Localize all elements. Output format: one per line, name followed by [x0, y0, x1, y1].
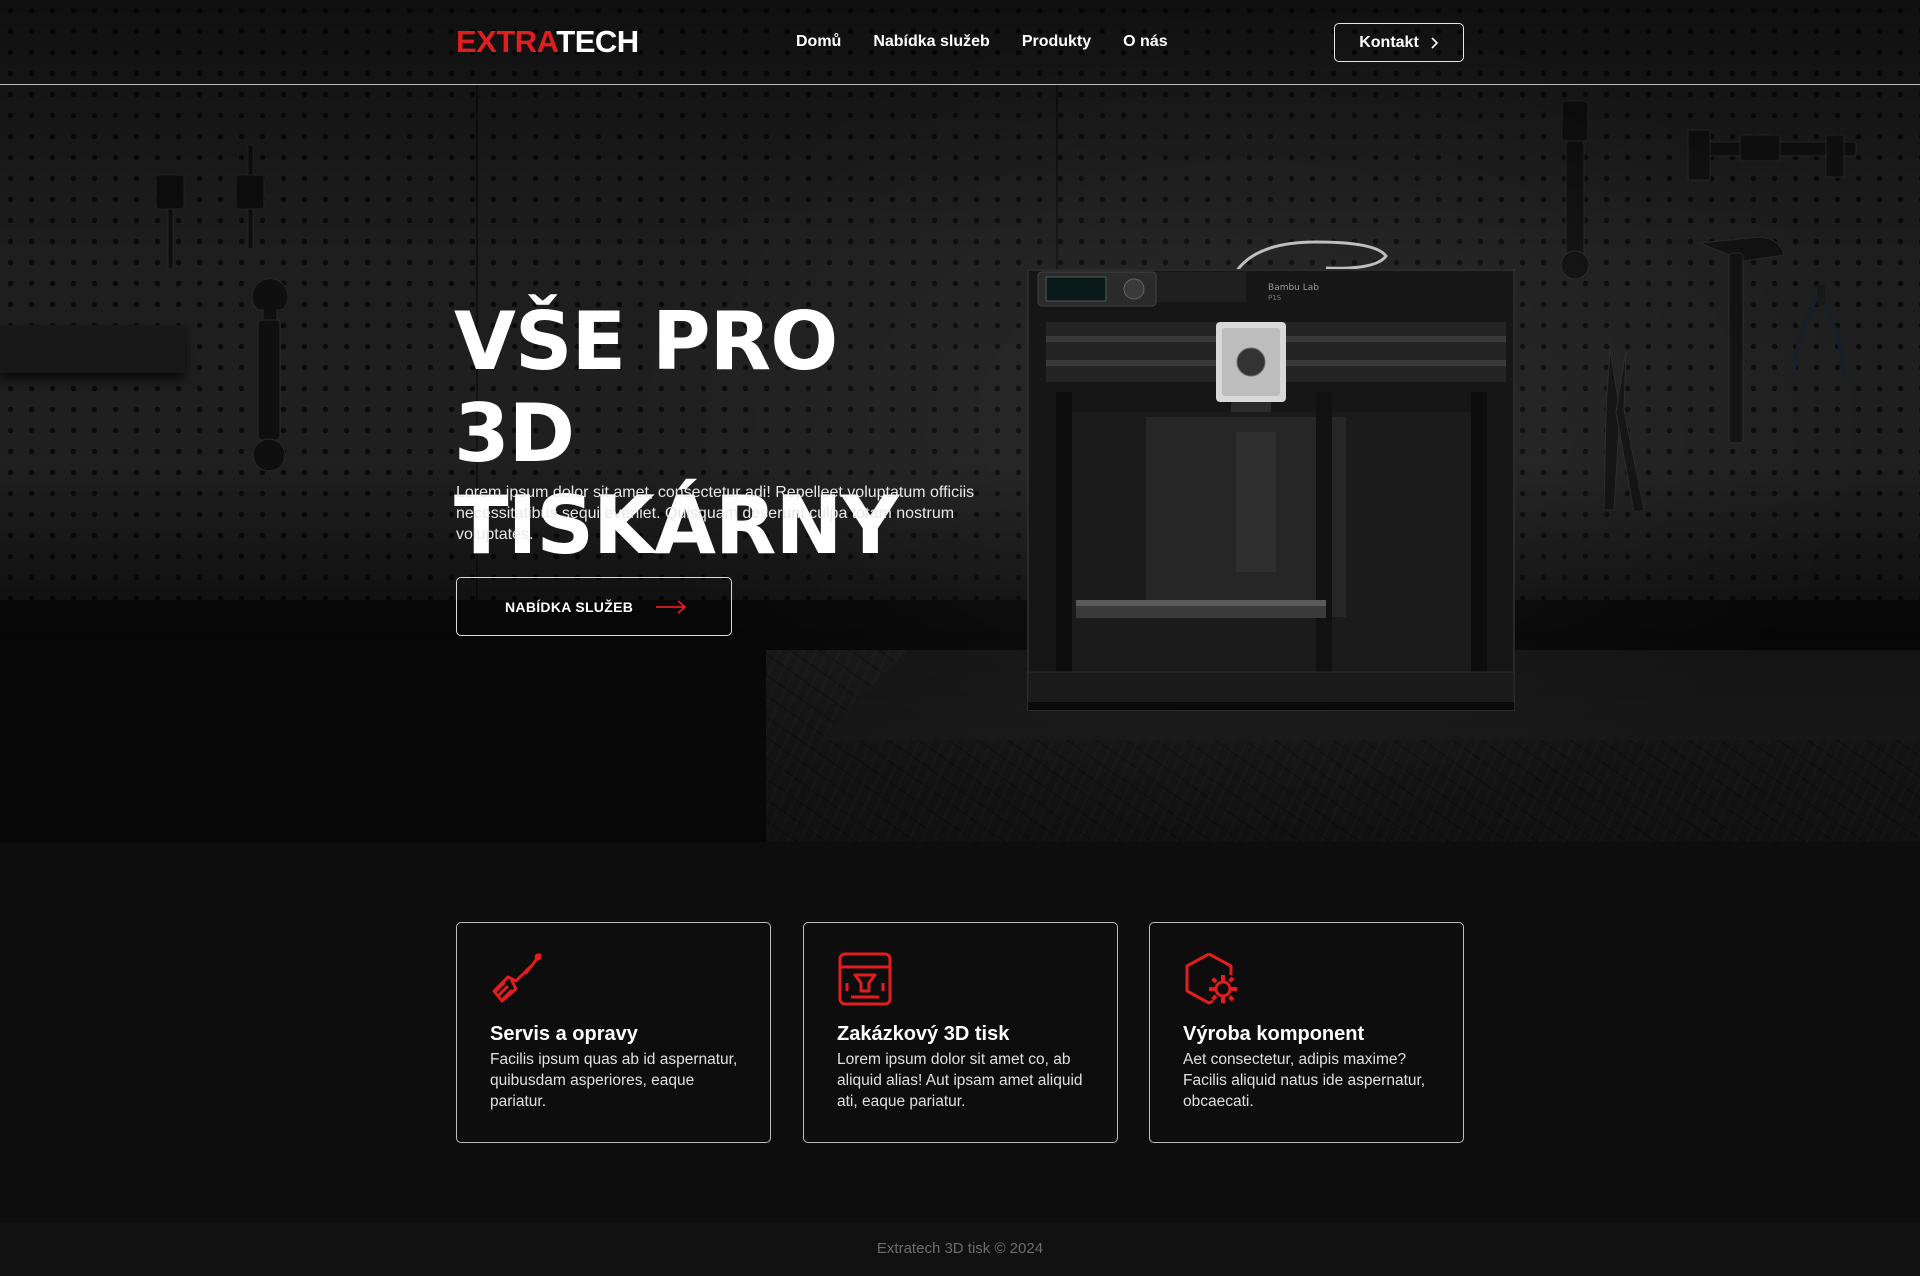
contact-button-label: Kontakt — [1359, 33, 1419, 51]
features-section: Servis a opravy Facilis ipsum quas ab id… — [0, 842, 1920, 1222]
nav-item-about[interactable]: O nás — [1123, 32, 1167, 52]
hexagon-gear-icon — [1185, 952, 1237, 1005]
site-header: EXTRATECH Domů Nabídka služeb Produkty O… — [0, 0, 1920, 85]
chevron-right-icon — [1431, 36, 1438, 49]
feature-title: Servis a opravy — [490, 1023, 638, 1045]
footer-copyright: Extratech 3D tisk © 2024 — [876, 1240, 1044, 1257]
feature-text: Lorem ipsum dolor sit amet co, ab aliqui… — [837, 1051, 1083, 1110]
feature-title: Zakázkový 3D tisk — [837, 1023, 1010, 1045]
contact-button[interactable]: Kontakt — [1334, 23, 1464, 62]
services-button[interactable]: NABÍDKA SLUŽEB — [456, 577, 732, 636]
services-button-label: NABÍDKA SLUŽEB — [505, 598, 634, 615]
site-logo[interactable]: EXTRATECH — [456, 24, 639, 60]
nav-item-services[interactable]: Nabídka služeb — [873, 32, 989, 52]
feature-card-custom-print[interactable]: Zakázkový 3D tisk Lorem ipsum dolor sit … — [803, 922, 1118, 1143]
feature-text: Aet consectetur, adipis maxime? Facilis … — [1183, 1051, 1426, 1110]
3d-printer-image: Bambu Lab P1S — [1027, 240, 1515, 711]
screwdriver-icon — [492, 953, 542, 1003]
printer-brand-label: Bambu Lab — [1268, 283, 1319, 293]
feature-card-service[interactable]: Servis a opravy Facilis ipsum quas ab id… — [456, 922, 771, 1143]
logo-part-tech: TECH — [556, 24, 639, 59]
main-nav: Domů Nabídka služeb Produkty O nás — [796, 32, 1200, 52]
nav-item-home[interactable]: Domů — [796, 32, 841, 52]
feature-card-components[interactable]: Výroba komponent Aet consectetur, adipis… — [1149, 922, 1464, 1143]
nav-item-products[interactable]: Produkty — [1022, 32, 1091, 52]
feature-text: Facilis ipsum quas ab id aspernatur, qui… — [490, 1051, 738, 1110]
site-footer: Extratech 3D tisk © 2024 — [0, 1222, 1920, 1276]
3d-printer-icon — [838, 952, 892, 1006]
logo-part-extra: EXTRA — [456, 24, 557, 59]
printer-model-label: P1S — [1268, 294, 1282, 302]
hero-description: Lorem ipsum dolor sit amet, consectetur … — [456, 484, 975, 543]
feature-title: Výroba komponent — [1183, 1023, 1365, 1045]
arrow-right-icon — [656, 599, 687, 614]
